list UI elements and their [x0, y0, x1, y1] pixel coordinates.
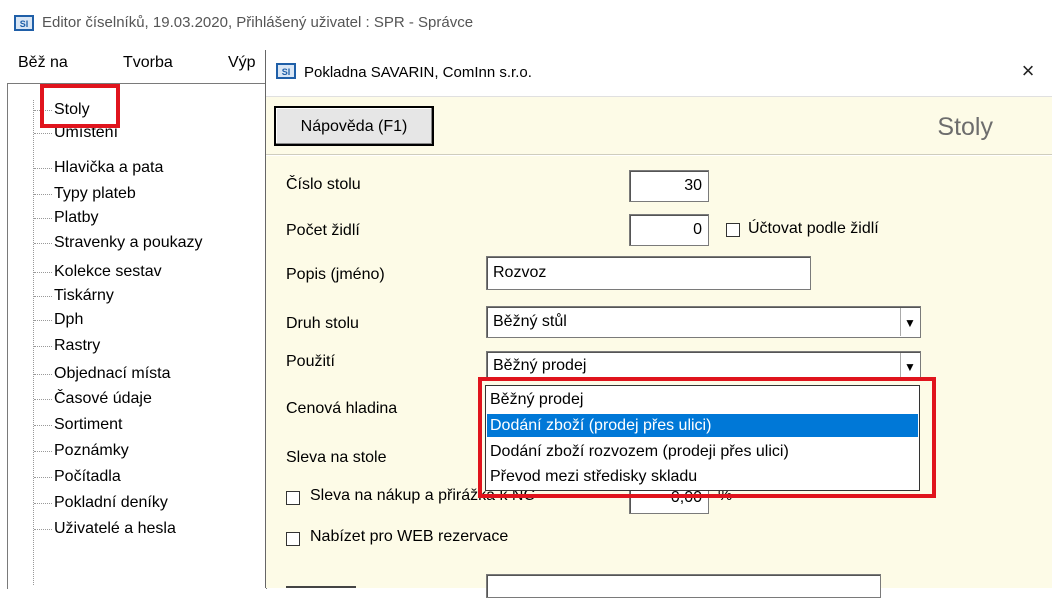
purchase-discount-checkbox[interactable] [286, 491, 300, 505]
tree-item-rastry[interactable]: Rastry [34, 335, 100, 357]
tree-item-label: Kolekce sestav [54, 263, 162, 280]
table-number-field[interactable]: 30 [629, 170, 709, 202]
table-discount-label: Sleva na stole [286, 449, 387, 466]
tree-item-kolekce-sestav[interactable]: Kolekce sestav [34, 261, 162, 283]
chevron-down-icon[interactable]: ▼ [900, 353, 919, 379]
tree-item-dph[interactable]: Dph [34, 309, 83, 331]
tree-item-typy-plateb[interactable]: Typy plateb [34, 183, 136, 205]
main-window-title: Editor číselníků, 19.03.2020, Přihlášený… [42, 14, 474, 31]
chevron-down-icon[interactable]: ▼ [900, 308, 919, 336]
tree-item-label: Tiskárny [54, 287, 114, 304]
description-label: Popis (jméno) [286, 266, 385, 283]
tree-item-hlavicka-a-pata[interactable]: Hlavička a pata [34, 157, 163, 179]
tree-item-label: Platby [54, 209, 99, 226]
main-window-titlebar: SI Editor číselníků, 19.03.2020, Přihláš… [0, 0, 1052, 44]
tree-item-label: Typy plateb [54, 185, 136, 202]
tree-item-label: Pokladní deníky [54, 494, 168, 511]
clipped-row-field[interactable] [486, 574, 881, 598]
dialog-titlebar: SI Pokladna SAVARIN, ComInn s.r.o. × [266, 50, 1052, 97]
tree-item-label: Sortiment [54, 416, 123, 433]
svg-text:SI: SI [20, 19, 29, 29]
svg-text:SI: SI [282, 67, 291, 77]
bill-by-chairs-checkbox[interactable] [726, 223, 740, 237]
app-logo-icon: SI [14, 15, 34, 31]
table-kind-label: Druh stolu [286, 315, 359, 332]
web-reservation-checkbox[interactable] [286, 532, 300, 546]
tree-item-label: Hlavička a pata [54, 159, 164, 176]
usage-value: Běžný prodej [493, 357, 587, 374]
tree-item-label: Rastry [54, 337, 101, 354]
tree-item-platby[interactable]: Platby [34, 207, 98, 229]
help-button[interactable]: Nápověda (F1) [274, 106, 434, 146]
tree-item-casove-udaje[interactable]: Časové údaje [34, 388, 152, 410]
menu-item-create[interactable]: Tvorba [123, 54, 173, 72]
tree-item-objednaci-mista[interactable]: Objednací místa [34, 363, 171, 385]
menu-item-output[interactable]: Výp [228, 54, 256, 72]
app-logo-icon: SI [276, 63, 296, 79]
tree-item-stravenky-a-poukazy[interactable]: Stravenky a poukazy [34, 232, 203, 254]
chairs-count-label: Počet židlí [286, 222, 360, 239]
table-number-label: Číslo stolu [286, 176, 361, 193]
highlight-box-dropdown [478, 377, 936, 498]
usage-label: Použití [286, 353, 335, 370]
tree-item-label: Dph [54, 311, 84, 328]
table-kind-select[interactable]: Běžný stůl ▼ [486, 306, 921, 338]
chairs-count-field[interactable]: 0 [629, 214, 709, 246]
web-reservation-label: Nabízet pro WEB rezervace [310, 528, 509, 545]
tree-item-label: Časové údaje [54, 390, 152, 407]
tree-item-label: Uživatelé a hesla [54, 520, 176, 537]
tree-item-label: Poznámky [54, 442, 129, 459]
menu-item-go-to[interactable]: Běž na [18, 54, 68, 72]
header-divider [266, 154, 1052, 156]
tree-item-label: Objednací místa [54, 365, 171, 382]
bill-by-chairs-label: Účtovat podle židlí [748, 220, 879, 237]
tree-item-label: Stravenky a poukazy [54, 234, 203, 251]
dialog-window: SI Pokladna SAVARIN, ComInn s.r.o. × Náp… [265, 50, 1052, 598]
tree-item-sortiment[interactable]: Sortiment [34, 414, 122, 436]
highlight-box-stoly [40, 84, 120, 128]
tree-item-tiskarny[interactable]: Tiskárny [34, 285, 114, 307]
clipped-row-label [286, 578, 366, 588]
description-field[interactable]: Rozvoz [486, 256, 811, 290]
price-level-label: Cenová hladina [286, 400, 398, 417]
tree-item-uzivatele-a-hesla[interactable]: Uživatelé a hesla [34, 518, 176, 540]
dialog-title: Pokladna SAVARIN, ComInn s.r.o. [304, 64, 532, 81]
tree-item-pocitadla[interactable]: Počítadla [34, 466, 121, 488]
tree-item-label: Počítadla [54, 468, 121, 485]
page-title: Stoly [937, 113, 993, 141]
tree-item-pokladni-deniky[interactable]: Pokladní deníky [34, 492, 168, 514]
table-kind-value: Běžný stůl [493, 313, 567, 330]
close-icon[interactable]: × [1013, 56, 1043, 86]
tree-item-poznamky[interactable]: Poznámky [34, 440, 129, 462]
